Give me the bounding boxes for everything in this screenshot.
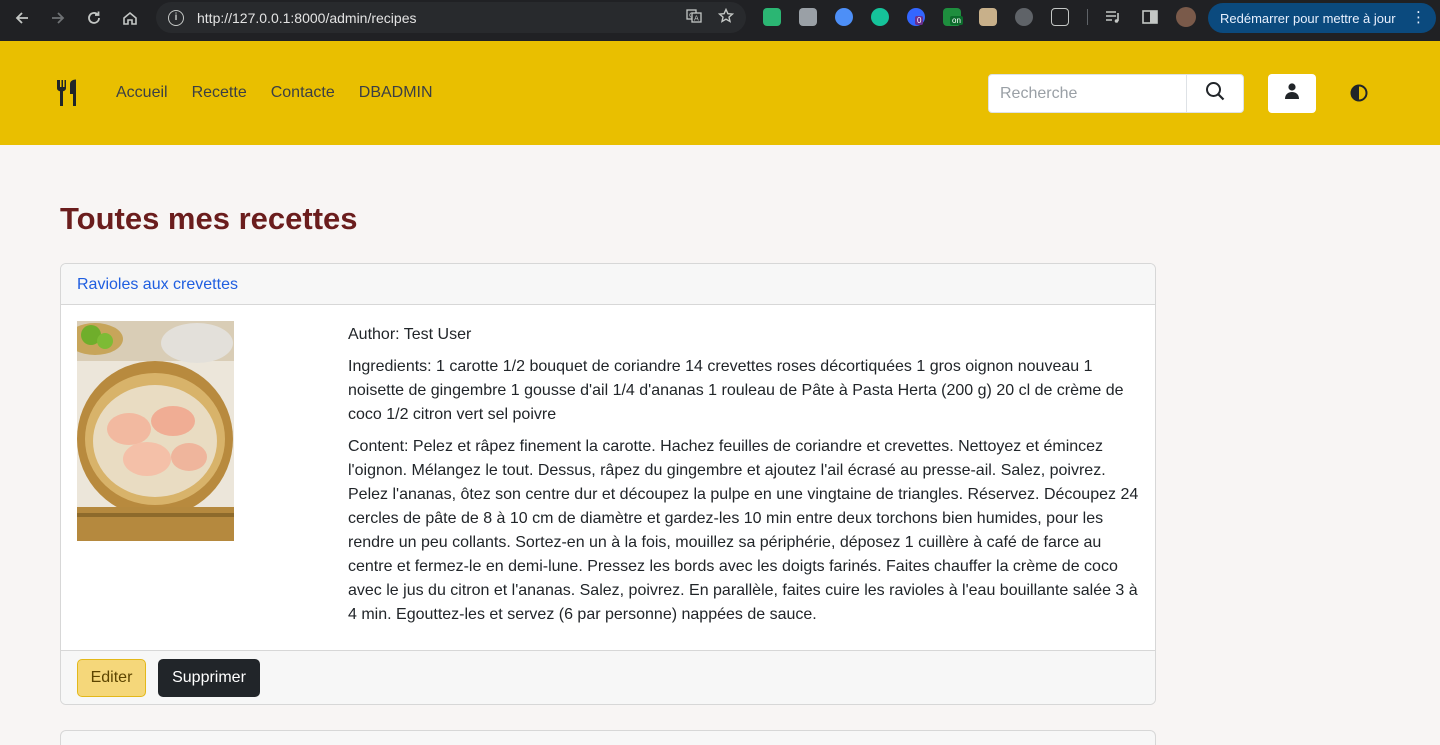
- user-account-button[interactable]: [1268, 74, 1316, 113]
- nav-link-accueil[interactable]: Accueil: [116, 84, 168, 102]
- translate-icon[interactable]: GA: [686, 8, 702, 29]
- extension-gear-icon[interactable]: [1015, 8, 1033, 26]
- utensils-icon[interactable]: [55, 79, 81, 107]
- extension-grammarly-icon[interactable]: [871, 8, 889, 26]
- extension-badge-on: on: [950, 16, 963, 25]
- recipe-title-link[interactable]: Ravioles aux crevettes: [77, 276, 238, 293]
- recipe-image: [77, 321, 234, 541]
- site-navbar: Accueil Recette Contacte DBADMIN: [0, 41, 1440, 145]
- address-bar[interactable]: i http://127.0.0.1:8000/admin/recipes GA: [156, 2, 746, 33]
- update-browser-label: Redémarrer pour mettre à jour: [1220, 10, 1396, 26]
- side-panel-icon[interactable]: [1141, 8, 1159, 26]
- more-menu-icon[interactable]: ⋮: [1411, 8, 1426, 26]
- profile-avatar-icon[interactable]: [1176, 7, 1196, 27]
- recipe-card-footer: Editer Supprimer: [61, 650, 1155, 704]
- search-input[interactable]: [988, 74, 1187, 113]
- browser-toolbar: i http://127.0.0.1:8000/admin/recipes GA…: [0, 0, 1440, 41]
- next-recipe-card: [60, 730, 1156, 745]
- url-text: http://127.0.0.1:8000/admin/recipes: [197, 9, 417, 26]
- toolbar-divider: [1087, 9, 1088, 25]
- extension-on-icon[interactable]: on: [943, 8, 963, 26]
- extension-p-icon[interactable]: 0: [907, 8, 925, 26]
- bookmark-star-icon[interactable]: [717, 7, 735, 29]
- extension-badge: 0: [915, 16, 924, 25]
- contrast-icon[interactable]: [1350, 84, 1368, 102]
- update-browser-button[interactable]: Redémarrer pour mettre à jour ⋮: [1208, 3, 1436, 33]
- user-icon: [1285, 83, 1299, 104]
- delete-button[interactable]: Supprimer: [158, 659, 260, 697]
- home-icon[interactable]: [112, 0, 148, 36]
- recipe-author: Author: Test User: [348, 326, 472, 343]
- recipe-details: Author: Test User Ingredients: 1 carotte…: [348, 323, 1142, 635]
- nav-link-recette[interactable]: Recette: [192, 84, 247, 102]
- recipe-ingredients: Ingredients: 1 carotte 1/2 bouquet de co…: [348, 358, 1124, 423]
- extension-k-icon[interactable]: [799, 8, 817, 26]
- search-icon: [1205, 81, 1225, 106]
- nav-links: Accueil Recette Contacte DBADMIN: [116, 84, 433, 102]
- extension-compass-icon[interactable]: [835, 8, 853, 26]
- recipe-card: Ravioles aux crevettes Author: Test User…: [60, 263, 1156, 705]
- reading-list-icon[interactable]: [1104, 8, 1122, 26]
- extensions-icon[interactable]: [1051, 8, 1069, 26]
- nav-link-dbadmin[interactable]: DBADMIN: [359, 84, 433, 102]
- extension-bear-icon[interactable]: [979, 8, 997, 26]
- recipe-card-body: Author: Test User Ingredients: 1 carotte…: [61, 305, 1155, 650]
- edit-button[interactable]: Editer: [77, 659, 146, 697]
- page-title: Toutes mes recettes: [60, 201, 358, 236]
- extension-mail-icon[interactable]: [763, 8, 781, 26]
- search-button[interactable]: [1186, 74, 1244, 113]
- recipe-card-header: Ravioles aux crevettes: [61, 264, 1155, 305]
- reload-icon[interactable]: [76, 0, 112, 36]
- back-arrow-icon[interactable]: [4, 0, 40, 36]
- svg-text:A: A: [694, 15, 699, 23]
- nav-link-contacte[interactable]: Contacte: [271, 84, 335, 102]
- recipe-content: Content: Pelez et râpez finement la caro…: [348, 438, 1139, 623]
- forward-arrow-icon[interactable]: [40, 0, 76, 36]
- site-info-icon[interactable]: i: [168, 9, 184, 26]
